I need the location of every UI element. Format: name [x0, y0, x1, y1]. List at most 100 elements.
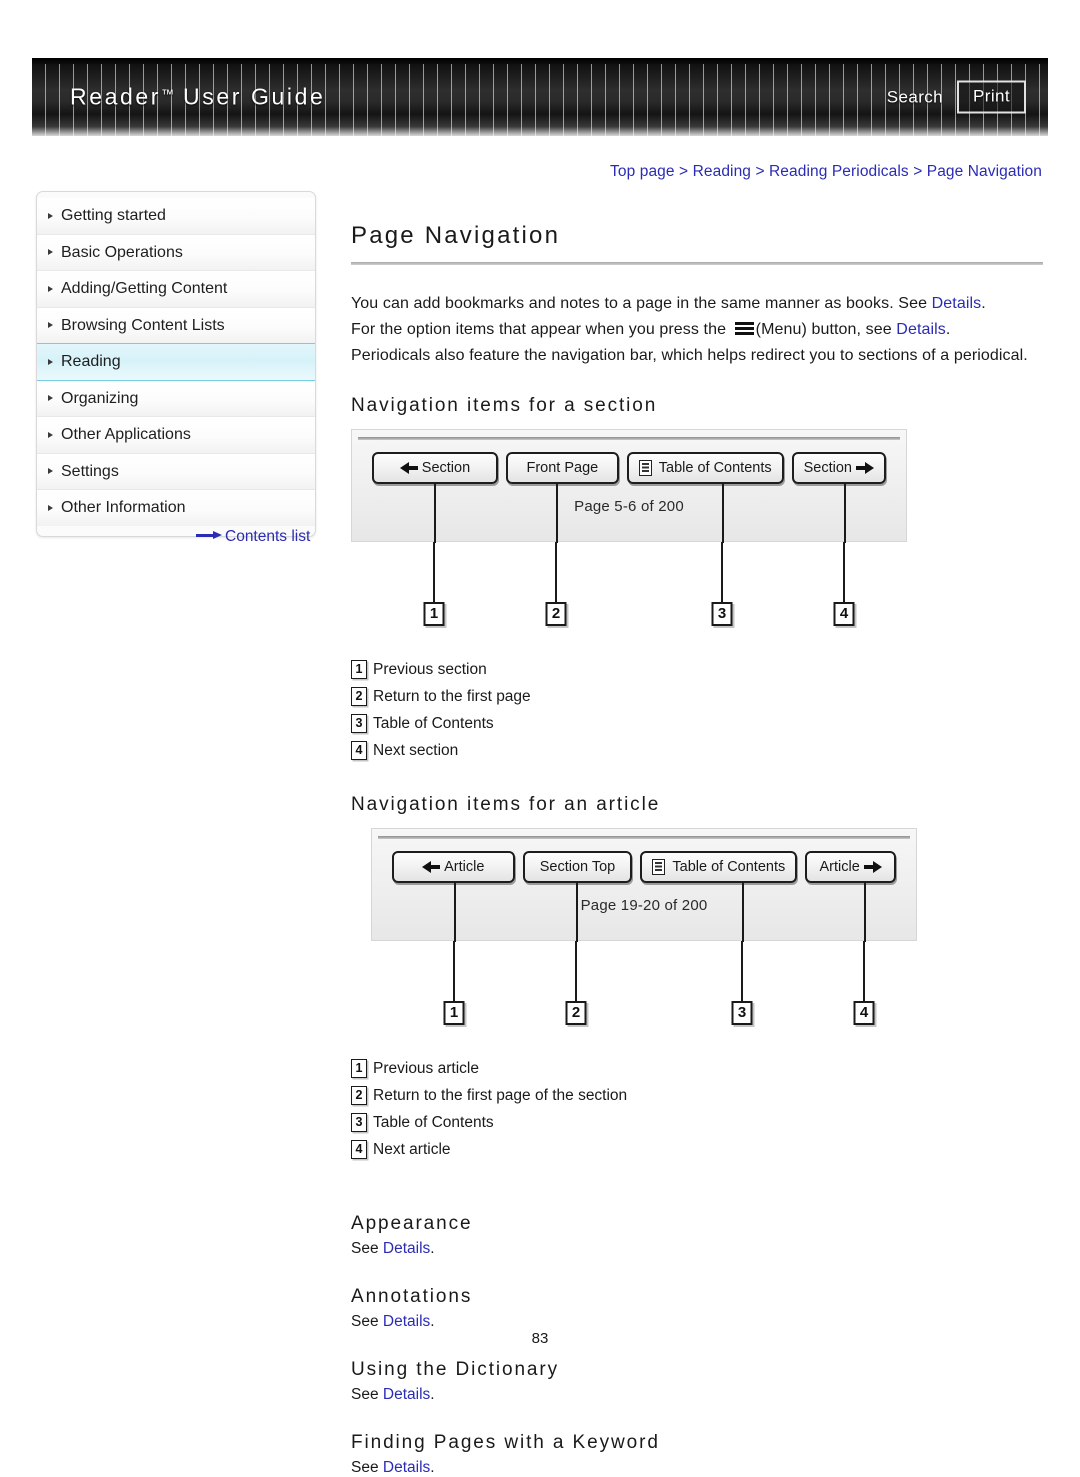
callout-number: 1	[423, 602, 445, 626]
callout-number: 2	[545, 602, 567, 626]
sidebar-nav: Getting started Basic Operations Adding/Ge…	[36, 191, 316, 537]
legend-label: Table of Contents	[373, 715, 494, 732]
header-actions: Search Print	[887, 80, 1026, 114]
print-button[interactable]: Print	[957, 80, 1026, 114]
callout-leader-line	[843, 542, 845, 602]
navbar-button-label: Front Page	[526, 460, 599, 476]
chevron-right-icon	[48, 504, 53, 511]
chevron-right-icon	[48, 431, 53, 438]
sidebar-item-basic-operations[interactable]: Basic Operations	[37, 234, 315, 271]
article-legend-list: 1 Previous article 2 Return to the first pa…	[351, 1059, 1043, 1159]
legend-row: 2 Return to the first page	[351, 687, 1043, 706]
section-navbar-diagram: Section Front Page Table of Contents Sectio…	[351, 429, 907, 630]
page-brand-title: Reader™ User Guide	[70, 84, 325, 111]
chevron-right-icon	[48, 358, 53, 365]
details-link[interactable]: Details	[383, 1313, 430, 1330]
sidebar-item-label: Other Applications	[61, 426, 191, 443]
breadcrumb-item[interactable]: Reading Periodicals	[769, 163, 909, 180]
legend-row: 4 Next article	[351, 1140, 1043, 1159]
callout-leader-line	[575, 941, 577, 1001]
callout-leader-line	[864, 883, 866, 942]
legend-number: 4	[351, 1140, 367, 1159]
navbar-button-table-of-contents[interactable]: Table of Contents	[626, 452, 784, 484]
details-link[interactable]: Details	[383, 1240, 430, 1257]
navbar-button-row: Section Front Page Table of Contents Sectio…	[352, 452, 906, 484]
navbar-button-table-of-contents[interactable]: Table of Contents	[640, 851, 798, 883]
breadcrumb-item[interactable]: Page Navigation	[927, 163, 1042, 180]
callout-number: 1	[443, 1001, 465, 1025]
intro-line-2: For the option items that appear when yo…	[351, 317, 1043, 343]
legend-row: 1 Previous section	[351, 660, 1043, 679]
callout-number-row: 1 2 3 4	[371, 1001, 917, 1029]
heading-navigation-items-article: Navigation items for an article	[351, 794, 661, 815]
chevron-right-icon	[48, 249, 53, 256]
navbar-button-section-top[interactable]: Section Top	[522, 851, 633, 883]
sidebar-item-reading[interactable]: Reading	[37, 343, 315, 381]
legend-label: Previous article	[373, 1060, 479, 1077]
breadcrumb-separator: >	[751, 163, 770, 180]
navbar-button-front-page[interactable]: Front Page	[505, 452, 619, 484]
navbar-button-label: Article	[444, 859, 485, 875]
sidebar-item-organizing[interactable]: Organizing	[37, 380, 315, 417]
chevron-right-icon	[48, 395, 53, 402]
callout-leader-line	[453, 941, 455, 1001]
details-link[interactable]: Details	[383, 1459, 430, 1476]
chevron-right-icon	[48, 468, 53, 475]
heading-finding-pages-with-a-keyword: Finding Pages with a Keyword	[351, 1432, 660, 1453]
trademark-symbol: ™	[161, 86, 175, 102]
callout-leader-line	[454, 883, 456, 942]
see-details-line: See Details.	[351, 1313, 1043, 1331]
legend-number: 3	[351, 1113, 367, 1132]
callout-leader-lines	[351, 542, 907, 602]
legend-row: 2 Return to the first page of the section	[351, 1086, 1043, 1105]
sidebar-item-label: Getting started	[61, 207, 166, 224]
navbar-button-section[interactable]: Section	[791, 452, 886, 484]
legend-number: 2	[351, 1086, 367, 1105]
navbar-button-label: Section	[803, 460, 852, 476]
intro-line-2-period: .	[945, 321, 951, 338]
callout-number: 3	[731, 1001, 753, 1025]
callout-leader-line	[576, 883, 578, 942]
navbar-button-label: Section	[421, 460, 471, 476]
sidebar-item-settings[interactable]: Settings	[37, 453, 315, 490]
heading-navigation-items-section: Navigation items for a section	[351, 395, 658, 416]
navbar-button-section[interactable]: Section	[372, 452, 498, 484]
arrow-left-icon	[399, 462, 418, 474]
intro-line-1-period: .	[981, 295, 986, 312]
legend-label: Next article	[373, 1141, 451, 1158]
sidebar-item-getting-started[interactable]: Getting started	[37, 198, 315, 235]
see-details-line: See Details.	[351, 1386, 1043, 1404]
breadcrumb-item[interactable]: Reading	[693, 163, 751, 180]
callout-leader-line	[741, 941, 743, 1001]
page-number: 83	[531, 1330, 549, 1347]
navbar-button-article[interactable]: Article	[392, 851, 515, 883]
arrow-right-icon	[855, 462, 874, 474]
arrow-left-icon	[422, 861, 441, 873]
legend-number: 1	[351, 660, 367, 679]
chevron-right-icon	[48, 285, 53, 292]
details-link[interactable]: Details	[896, 321, 946, 338]
sidebar-item-other-applications[interactable]: Other Applications	[37, 417, 315, 454]
navbar-button-article[interactable]: Article	[805, 851, 896, 883]
breadcrumb-item[interactable]: Top page	[610, 163, 675, 180]
section-legend-list: 1 Previous section 2 Return to the first pa…	[351, 660, 1043, 760]
sidebar-item-browsing-content-lists[interactable]: Browsing Content Lists	[37, 307, 315, 344]
arrow-right-icon	[863, 861, 882, 873]
see-details-line: See Details.	[351, 1459, 1043, 1477]
intro-line-3: Periodicals also feature the navigation …	[351, 347, 1028, 364]
details-link[interactable]: Details	[383, 1386, 430, 1403]
callout-number: 2	[565, 1001, 587, 1025]
sidebar-item-other-information[interactable]: Other Information	[37, 490, 315, 526]
see-period: .	[430, 1386, 435, 1403]
callout-number: 3	[711, 602, 733, 626]
sidebar-item-adding-getting-content[interactable]: Adding/Getting Content	[37, 271, 315, 308]
search-button[interactable]: Search	[887, 87, 943, 107]
intro-line-1: You can add bookmarks and notes to a pag…	[351, 291, 1043, 317]
callout-leader-line	[556, 484, 558, 543]
table-of-contents-icon	[652, 859, 666, 875]
details-link[interactable]: Details	[932, 295, 982, 312]
legend-row: 4 Next section	[351, 741, 1043, 760]
callout-leader-line	[555, 542, 557, 602]
legend-number: 2	[351, 687, 367, 706]
contents-list-link[interactable]: Contents list	[196, 528, 310, 546]
